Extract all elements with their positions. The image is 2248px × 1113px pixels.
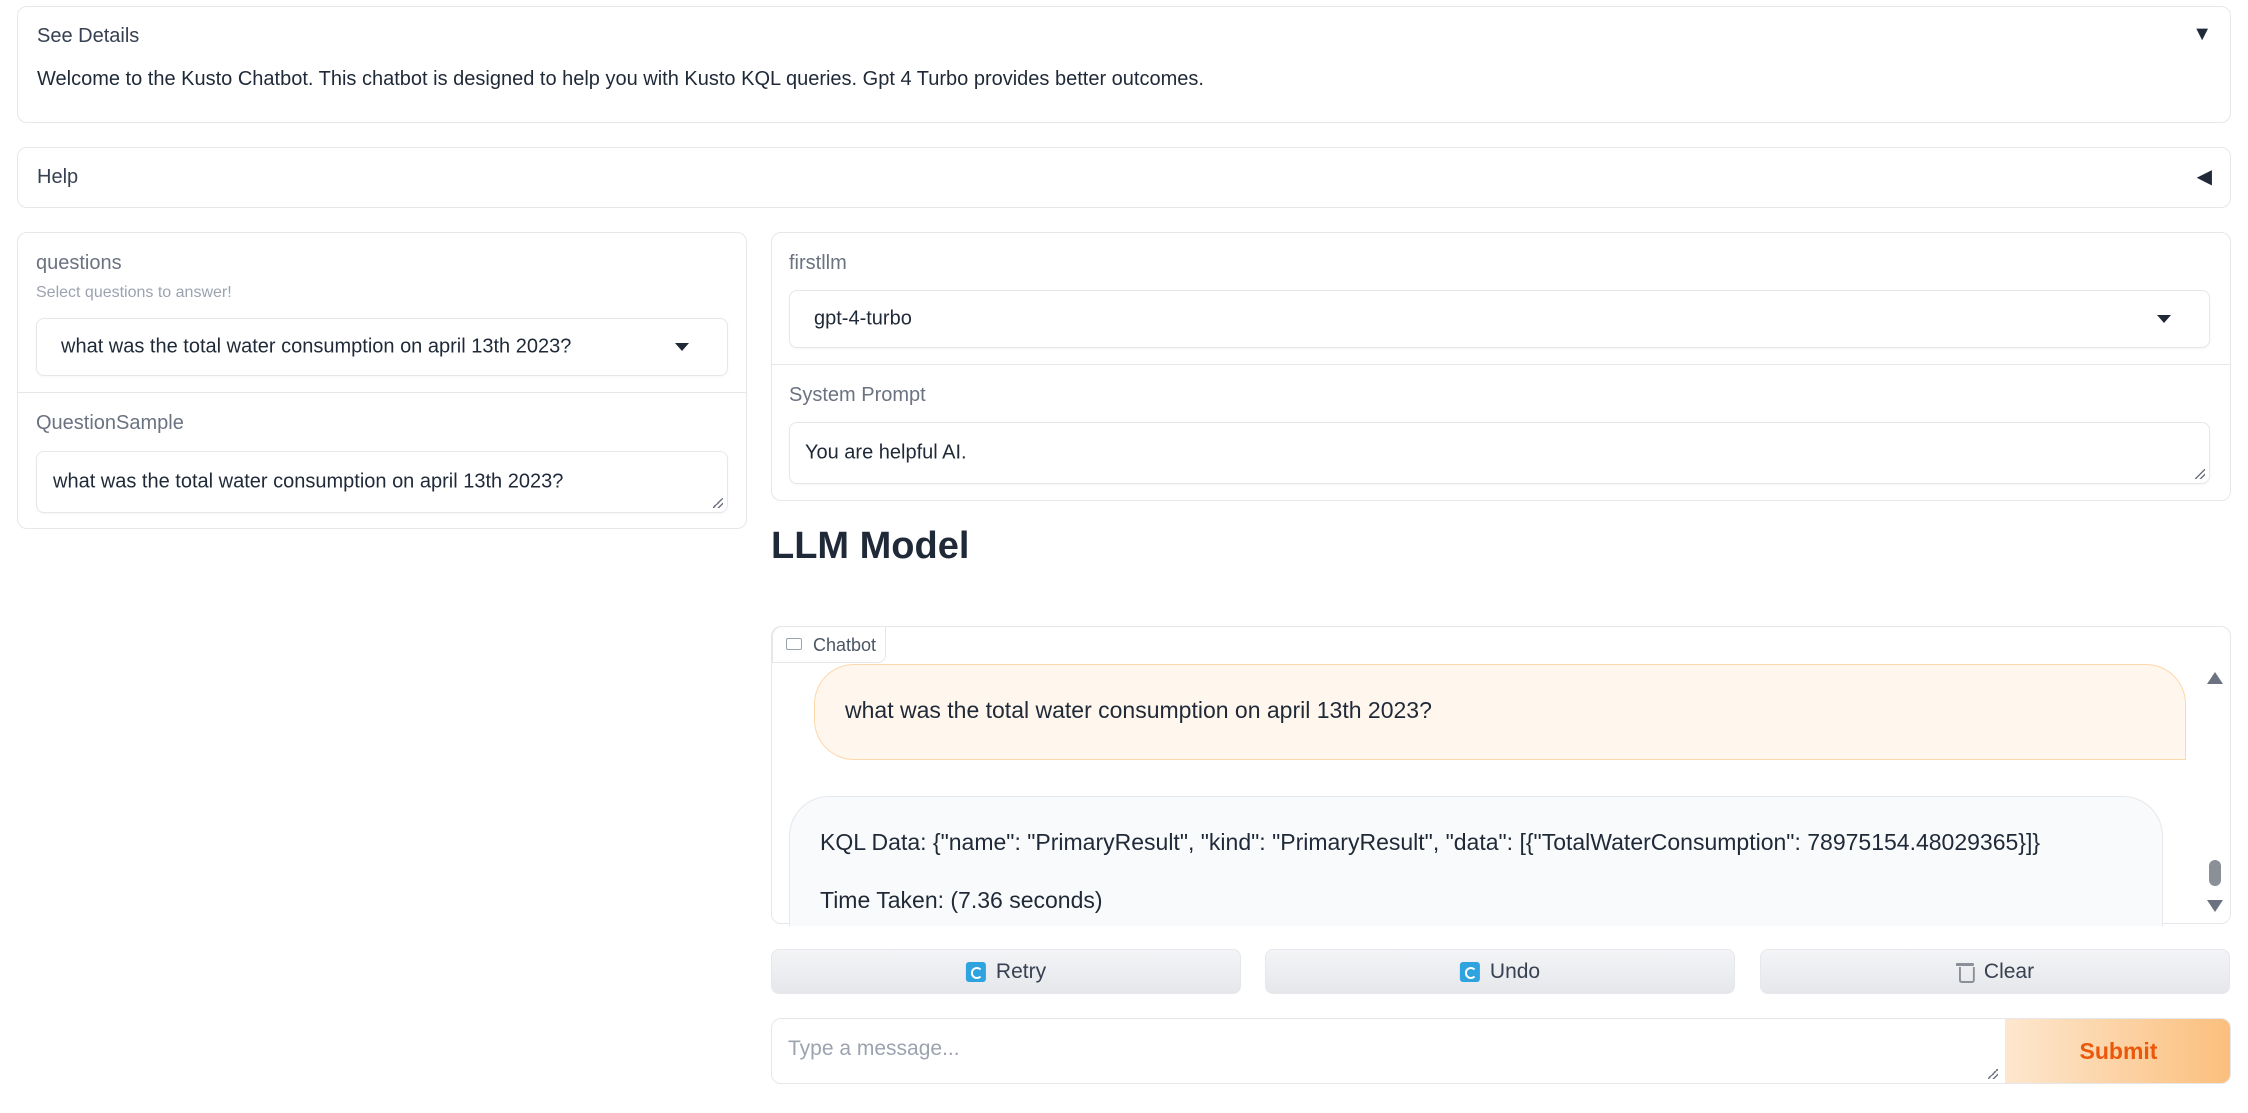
chatbot-tab-label: Chatbot bbox=[813, 635, 877, 655]
question-sample-label: QuestionSample bbox=[36, 412, 184, 434]
resize-handle[interactable] bbox=[1988, 1069, 1998, 1079]
message-composer: Submit bbox=[771, 1018, 2231, 1084]
bot-message-kql-data: KQL Data: {"name": "PrimaryResult", "kin… bbox=[820, 829, 2041, 855]
clear-label: Clear bbox=[1983, 959, 2035, 983]
system-prompt-value: You are helpful AI. bbox=[805, 441, 967, 464]
questions-info: Select questions to answer! bbox=[36, 284, 232, 301]
resize-handle[interactable] bbox=[2195, 469, 2205, 479]
chevron-down-icon[interactable]: ▼ bbox=[2192, 23, 2212, 46]
submit-button[interactable]: Submit bbox=[2005, 1019, 2230, 1083]
question-sample-textarea[interactable]: what was the total water consumption on … bbox=[36, 451, 728, 513]
dropdown-caret-icon[interactable] bbox=[675, 343, 689, 351]
chat-bubble-icon bbox=[786, 638, 802, 650]
undo-label: Undo bbox=[1489, 959, 1541, 983]
page-heading: LLM Model bbox=[771, 525, 970, 567]
message-input[interactable] bbox=[772, 1019, 2004, 1083]
bot-message-bubble: KQL Data: {"name": "PrimaryResult", "kin… bbox=[789, 796, 2163, 926]
question-sample-value: what was the total water consumption on … bbox=[53, 470, 564, 493]
retry-label: Retry bbox=[995, 959, 1047, 983]
chatbot-tab: Chatbot bbox=[772, 626, 886, 663]
scroll-down-icon[interactable] bbox=[2207, 900, 2223, 912]
resize-handle[interactable] bbox=[713, 498, 723, 508]
system-prompt-label: System Prompt bbox=[789, 384, 926, 406]
undo-button[interactable]: Undo bbox=[1265, 949, 1735, 994]
scroll-up-icon[interactable] bbox=[2207, 672, 2223, 684]
scrollbar-thumb[interactable] bbox=[2209, 860, 2221, 886]
system-prompt-textarea[interactable]: You are helpful AI. bbox=[789, 422, 2210, 484]
help-title[interactable]: Help bbox=[37, 166, 78, 189]
user-message-bubble: what was the total water consumption on … bbox=[814, 664, 2186, 760]
clear-button[interactable]: Clear bbox=[1760, 949, 2230, 994]
see-details-accordion[interactable]: See Details ▼ Welcome to the Kusto Chatb… bbox=[17, 6, 2231, 123]
retry-button[interactable]: Retry bbox=[771, 949, 1241, 994]
retry-icon bbox=[965, 961, 986, 982]
firstllm-selected-value: gpt-4-turbo bbox=[814, 307, 912, 330]
undo-icon bbox=[1459, 961, 1480, 982]
chevron-left-icon[interactable]: ◀ bbox=[2197, 164, 2212, 189]
questions-label: questions bbox=[36, 252, 122, 274]
divider bbox=[772, 364, 2230, 365]
questions-dropdown[interactable]: what was the total water consumption on … bbox=[36, 318, 728, 376]
help-accordion[interactable]: Help ◀ bbox=[17, 147, 2231, 208]
bot-message-time-taken: Time Taken: (7.36 seconds) bbox=[820, 887, 1103, 913]
divider bbox=[18, 392, 746, 393]
trash-icon bbox=[1955, 962, 1975, 983]
see-details-title[interactable]: See Details bbox=[37, 25, 139, 48]
dropdown-caret-icon[interactable] bbox=[2157, 315, 2171, 323]
questions-selected-value: what was the total water consumption on … bbox=[61, 335, 572, 358]
welcome-text: Welcome to the Kusto Chatbot. This chatb… bbox=[37, 68, 1204, 90]
user-message-text: what was the total water consumption on … bbox=[845, 697, 1432, 723]
firstllm-dropdown[interactable]: gpt-4-turbo bbox=[789, 290, 2210, 348]
firstllm-label: firstllm bbox=[789, 252, 847, 274]
